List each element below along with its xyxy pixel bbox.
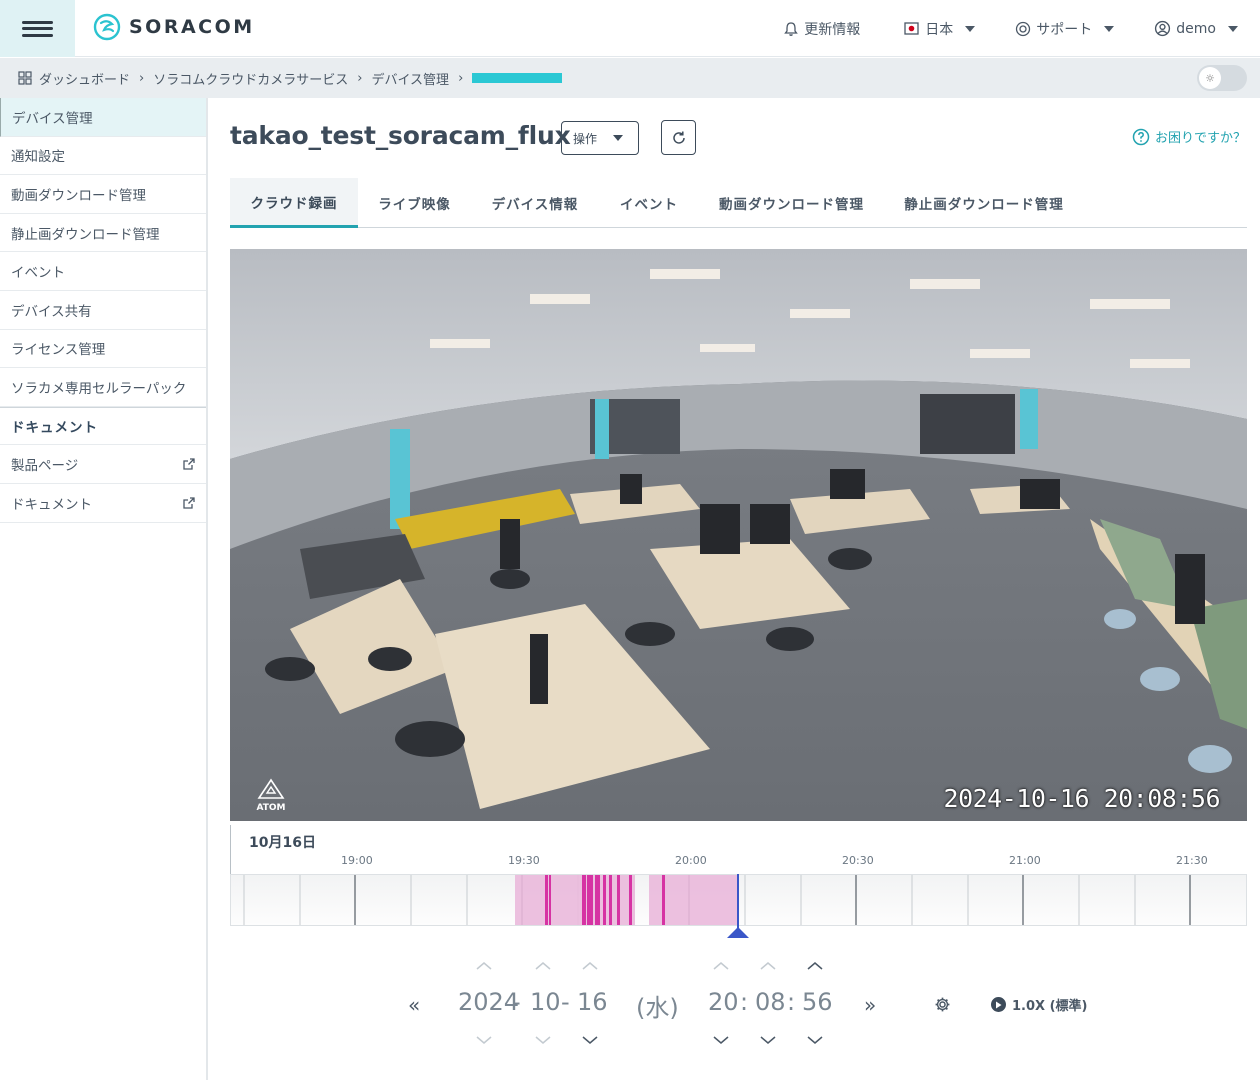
second-value[interactable]: 56 bbox=[802, 988, 833, 1016]
playback-speed-label: 1.0X (標準) bbox=[1012, 999, 1088, 1014]
day-up-button[interactable] bbox=[583, 958, 597, 972]
time-separator: : bbox=[740, 988, 749, 1016]
minute-value[interactable]: 08 bbox=[755, 988, 786, 1016]
second-down-button[interactable] bbox=[808, 1033, 822, 1047]
settings-gear-button[interactable] bbox=[934, 994, 951, 1018]
minute-up-button[interactable] bbox=[761, 958, 775, 972]
year-up-button[interactable] bbox=[477, 958, 491, 972]
month-up-button[interactable] bbox=[536, 958, 550, 972]
hour-value[interactable]: 20 bbox=[708, 988, 739, 1016]
hour-down-button[interactable] bbox=[714, 1033, 728, 1047]
play-icon bbox=[991, 997, 1006, 1012]
year-value[interactable]: 2024 bbox=[458, 988, 519, 1016]
date-separator: - bbox=[512, 988, 521, 1016]
minute-down-button[interactable] bbox=[761, 1033, 775, 1047]
picker-chevrons bbox=[476, 962, 823, 1044]
date-separator: - bbox=[561, 988, 570, 1016]
month-down-button[interactable] bbox=[536, 1033, 550, 1047]
playback-speed-button[interactable]: 1.0X (標準) bbox=[991, 995, 1087, 1014]
day-down-button[interactable] bbox=[583, 1033, 597, 1047]
forward-double-chevron-icon[interactable]: » bbox=[864, 993, 876, 1017]
month-value[interactable]: 10 bbox=[530, 988, 561, 1016]
second-up-button[interactable] bbox=[808, 958, 822, 972]
time-separator: : bbox=[787, 988, 796, 1016]
hour-up-button[interactable] bbox=[714, 958, 728, 972]
gear-icon bbox=[935, 997, 950, 1012]
rewind-double-chevron-icon[interactable]: « bbox=[408, 993, 420, 1017]
app-root: SORACOM 更新情報 日本 サポート demo ダッシュボード › ソラコム… bbox=[0, 0, 1260, 1080]
year-down-button[interactable] bbox=[477, 1033, 491, 1047]
weekday-value: (水) bbox=[636, 994, 679, 1022]
day-value[interactable]: 16 bbox=[577, 988, 608, 1016]
